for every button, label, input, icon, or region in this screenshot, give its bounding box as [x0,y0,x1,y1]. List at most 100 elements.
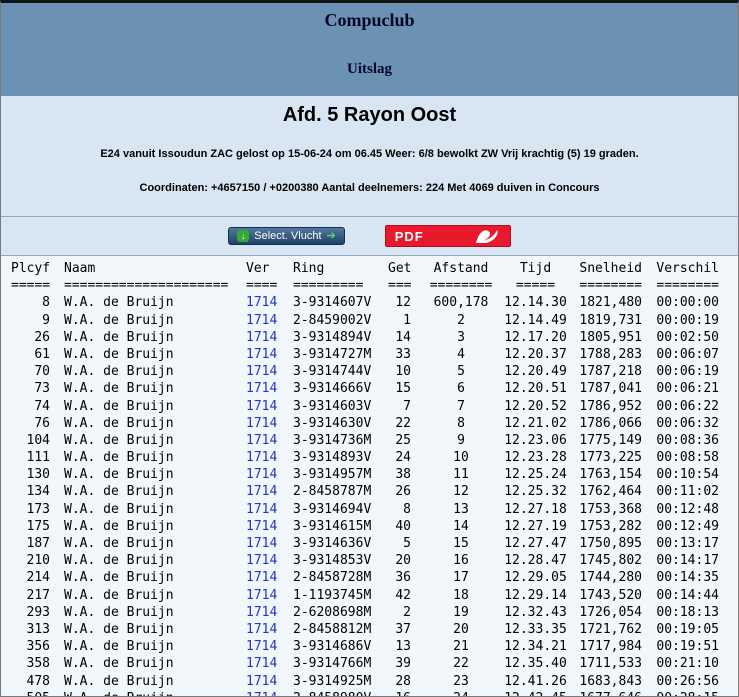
cell-verschil: 00:06:32 [656,415,719,431]
separator-tijd: ===== [515,278,556,294]
ver-link[interactable]: 1714 [246,432,277,449]
ver-link[interactable]: 1714 [246,587,277,604]
cell-ring: 2-8459002V [293,312,372,328]
table-row: 293 W.A. de Bruijn 1714 2-6208698M 2 19 12.32.… [11,604,738,621]
table-row: 76 W.A. de Bruijn 1714 3-9314630V 22 8 12.21.0… [11,415,738,432]
cell-snelheid: 1805,951 [579,329,642,345]
ver-link[interactable]: 1714 [246,398,277,415]
cell-plcyf: 130 [26,467,50,483]
cell-tijd: 12.20.49 [504,364,567,380]
cell-naam: W.A. de Bruijn [64,312,174,328]
separator-ring: ========= [293,278,364,294]
cell-naam: W.A. de Bruijn [64,690,234,696]
ver-link[interactable]: 1714 [246,294,277,311]
cell-afstand: 15 [453,536,469,551]
ver-link[interactable]: 1714 [246,346,277,363]
cell-naam: W.A. de Bruijn [64,656,174,672]
col-header-get: Get [388,261,412,276]
cell-ring: 3-9314636V [293,536,372,551]
separator-afstand: ======== [429,278,493,294]
cell-ring: 3-9314694V [293,501,372,517]
ver-link[interactable]: 1714 [246,483,277,500]
pdf-button[interactable]: PDF [384,225,511,247]
cell-afstand: 18 [453,587,469,603]
cell-verschil: 00:21:10 [656,656,719,672]
ver-link[interactable]: 1714 [246,604,277,621]
ver-link[interactable]: 1714 [246,501,277,518]
cell-get: 36 [395,570,411,586]
cell-afstand: 20 [453,621,469,637]
cell-plcyf: 111 [26,450,50,466]
cell-naam: W.A. de Bruijn [64,587,174,603]
cell-verschil: 00:06:21 [656,381,719,397]
ver-link[interactable]: 1714 [246,655,277,672]
cell-tijd: 12.23.28 [504,450,567,466]
col-header-plcyf: Plcyf [11,261,51,276]
table-row: 505 W.A. de Bruijn 1714 2-8458980V 16 24 12.42… [11,690,738,696]
cell-ring: 3-9314736M [293,432,372,448]
cell-naam: W.A. de Bruijn [64,553,174,569]
ver-link[interactable]: 1714 [246,380,277,397]
separator-snelheid: ======== [579,278,642,294]
table-row: 214 W.A. de Bruijn 1714 2-8458728M 36 17 12.29… [11,569,738,586]
table-separator-row: ===== ===================== ==== ========= =… [11,277,738,294]
cell-snelheid: 1773,225 [579,450,642,466]
select-vlucht-button[interactable]: ↓ Select. Vlucht ➔ [228,227,345,245]
cell-afstand: 9 [457,432,465,448]
ver-link[interactable]: 1714 [246,415,277,432]
cell-ring: 2-6208698M [293,604,372,620]
cell-tijd: 12.25.24 [504,467,567,483]
cell-get: 20 [395,553,411,569]
col-header-snelheid: Snelheid [579,261,642,276]
cell-plcyf: 505 [11,690,50,696]
cell-snelheid: 1711,533 [579,656,642,672]
table-row: 313 W.A. de Bruijn 1714 2-8458812M 37 20 12.33… [11,621,738,638]
cell-ring: 3-9314893V [293,450,372,466]
cell-snelheid: 1753,368 [579,501,642,517]
cell-plcyf: 214 [26,570,50,586]
cell-plcyf: 293 [26,604,50,620]
table-row: 73 W.A. de Bruijn 1714 3-9314666V 15 6 12.20.5… [11,380,738,397]
cell-verschil: 00:28:15 [656,690,719,696]
cell-snelheid: 1763,154 [579,467,642,483]
cell-tijd: 12.21.02 [504,415,567,431]
cell-snelheid: 1745,802 [579,553,642,569]
ver-link[interactable]: 1714 [246,518,277,535]
cell-verschil: 00:18:13 [656,604,719,620]
cell-afstand: 17 [453,570,469,586]
ver-link[interactable]: 1714 [246,638,277,655]
cell-afstand: 600,178 [433,295,489,311]
table-row: 104 W.A. de Bruijn 1714 3-9314736M 25 9 12.23.… [11,432,738,449]
ver-link[interactable]: 1714 [246,466,277,483]
ver-link[interactable]: 1714 [246,552,277,569]
cell-verschil: 00:19:05 [656,621,719,637]
cell-afstand: 13 [453,501,469,517]
ver-link[interactable]: 1714 [246,449,277,466]
cell-tijd: 12.29.05 [504,570,567,586]
ver-link[interactable]: 1714 [246,329,277,346]
col-header-naam: Naam [64,261,96,276]
ver-link[interactable]: 1714 [246,673,277,690]
flight-info: E24 vanuit Issoudun ZAC gelost op 15-06-… [100,148,639,160]
cell-get: 25 [395,432,411,448]
cell-ring: 3-9314727M [293,346,372,362]
toolbar: ↓ Select. Vlucht ➔ PDF [1,217,738,255]
cell-tijd: 12.14.49 [504,312,567,328]
cell-naam: W.A. de Bruijn [64,415,174,431]
ver-link[interactable]: 1714 [246,363,277,380]
cell-naam: W.A. de Bruijn [64,364,174,380]
cell-get: 28 [395,673,411,689]
cell-tijd: 12.41.26 [504,673,567,689]
cell-get: 33 [395,346,411,362]
ver-link[interactable]: 1714 [246,312,277,329]
ver-link[interactable]: 1714 [246,621,277,638]
cell-plcyf: 358 [26,656,50,672]
cell-plcyf: 187 [26,536,50,551]
cell-ring: 3-9314603V [293,398,372,414]
ver-link[interactable]: 1714 [246,690,277,696]
ver-link[interactable]: 1714 [246,569,277,586]
cell-afstand: 14 [453,518,469,534]
cell-plcyf: 313 [26,621,50,637]
ver-link[interactable]: 1714 [246,535,277,552]
cell-afstand: 3 [457,329,465,345]
